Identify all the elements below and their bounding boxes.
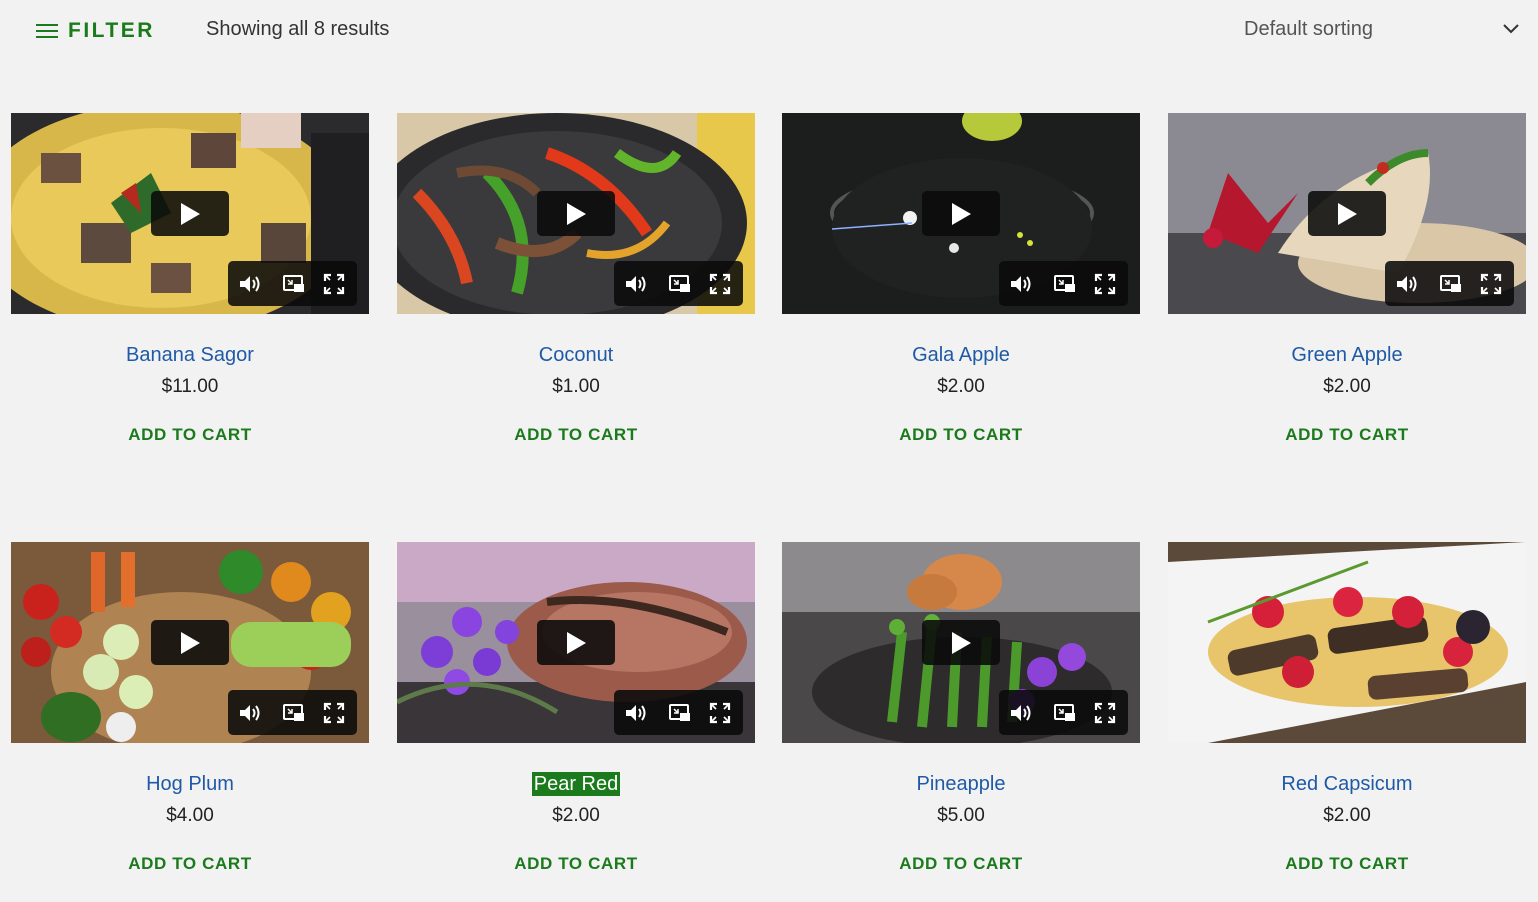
play-button[interactable] <box>1308 191 1386 236</box>
add-to-cart-button[interactable]: ADD TO CART <box>782 425 1140 445</box>
video-controls <box>1385 261 1514 306</box>
picture-in-picture-icon[interactable] <box>668 701 692 725</box>
fullscreen-icon[interactable] <box>322 272 346 296</box>
picture-in-picture-icon[interactable] <box>668 272 692 296</box>
product-video[interactable] <box>782 113 1140 314</box>
product-video[interactable] <box>11 113 369 314</box>
product-image[interactable] <box>1168 542 1526 743</box>
product-name-link[interactable]: Red Capsicum <box>1168 773 1526 796</box>
add-to-cart-button[interactable]: ADD TO CART <box>397 854 755 874</box>
product-price: $2.00 <box>1323 805 1371 826</box>
product-name-link[interactable]: Gala Apple <box>782 344 1140 367</box>
picture-in-picture-icon[interactable] <box>282 272 306 296</box>
fullscreen-icon[interactable] <box>1093 701 1117 725</box>
product-video[interactable] <box>1168 113 1526 314</box>
add-to-cart-button[interactable]: ADD TO CART <box>11 854 369 874</box>
picture-in-picture-icon[interactable] <box>1439 272 1463 296</box>
play-icon <box>181 203 200 225</box>
volume-icon[interactable] <box>1009 272 1033 296</box>
play-button[interactable] <box>537 620 615 665</box>
play-button[interactable] <box>922 620 1000 665</box>
picture-in-picture-icon[interactable] <box>282 701 306 725</box>
product-video[interactable] <box>782 542 1140 743</box>
product-video[interactable] <box>397 542 755 743</box>
product-price: $5.00 <box>937 805 985 826</box>
product-name-link[interactable]: Green Apple <box>1168 344 1526 367</box>
video-controls <box>999 690 1128 735</box>
play-icon <box>567 632 586 654</box>
filter-button[interactable]: FILTER <box>36 17 155 45</box>
video-controls <box>228 690 357 735</box>
shop-toolbar: FILTER Showing all 8 results Default sor… <box>0 0 1538 62</box>
play-icon <box>952 203 971 225</box>
add-to-cart-button[interactable]: ADD TO CART <box>397 425 755 445</box>
result-count: Showing all 8 results <box>206 18 390 40</box>
video-controls <box>614 690 743 735</box>
picture-in-picture-icon[interactable] <box>1053 272 1077 296</box>
product-card: Coconut $1.00 ADD TO CART <box>397 113 755 473</box>
volume-icon[interactable] <box>624 701 648 725</box>
add-to-cart-button[interactable]: ADD TO CART <box>1168 425 1526 445</box>
product-card: Gala Apple $2.00 ADD TO CART <box>782 113 1140 473</box>
volume-icon[interactable] <box>238 272 262 296</box>
product-thumbnail <box>1168 542 1526 743</box>
add-to-cart-button[interactable]: ADD TO CART <box>782 854 1140 874</box>
product-card: Pineapple $5.00 ADD TO CART <box>782 542 1140 902</box>
play-icon <box>952 632 971 654</box>
fullscreen-icon[interactable] <box>1479 272 1503 296</box>
add-to-cart-button[interactable]: ADD TO CART <box>11 425 369 445</box>
product-video[interactable] <box>397 113 755 314</box>
product-price: $1.00 <box>552 376 600 397</box>
product-name-link[interactable]: Pear Red <box>397 772 755 796</box>
fullscreen-icon[interactable] <box>1093 272 1117 296</box>
volume-icon[interactable] <box>624 272 648 296</box>
video-controls <box>999 261 1128 306</box>
fullscreen-icon[interactable] <box>708 701 732 725</box>
product-video[interactable] <box>11 542 369 743</box>
product-card: Red Capsicum $2.00 ADD TO CART <box>1168 542 1526 902</box>
video-controls <box>614 261 743 306</box>
video-controls <box>228 261 357 306</box>
volume-icon[interactable] <box>238 701 262 725</box>
fullscreen-icon[interactable] <box>708 272 732 296</box>
sort-select[interactable]: Default sorting <box>1244 18 1524 41</box>
sort-select-value: Default sorting <box>1244 18 1373 40</box>
chevron-down-icon <box>1503 24 1519 34</box>
play-button[interactable] <box>151 620 229 665</box>
hamburger-icon <box>36 23 58 39</box>
product-card: Pear Red $2.00 ADD TO CART <box>397 542 755 902</box>
play-icon <box>1338 203 1357 225</box>
product-card: Green Apple $2.00 ADD TO CART <box>1168 113 1526 473</box>
product-name-link[interactable]: Coconut <box>397 344 755 367</box>
product-price: $2.00 <box>552 805 600 826</box>
product-name-link[interactable]: Hog Plum <box>11 773 369 796</box>
play-button[interactable] <box>537 191 615 236</box>
product-price: $4.00 <box>166 805 214 826</box>
play-icon <box>567 203 586 225</box>
add-to-cart-button[interactable]: ADD TO CART <box>1168 854 1526 874</box>
picture-in-picture-icon[interactable] <box>1053 701 1077 725</box>
selected-text-highlight: Pear Red <box>531 772 621 796</box>
volume-icon[interactable] <box>1395 272 1419 296</box>
play-icon <box>181 632 200 654</box>
product-name-link[interactable]: Banana Sagor <box>11 344 369 367</box>
product-name-link[interactable]: Pineapple <box>782 773 1140 796</box>
play-button[interactable] <box>151 191 229 236</box>
product-card: Banana Sagor $11.00 ADD TO CART <box>11 113 369 473</box>
volume-icon[interactable] <box>1009 701 1033 725</box>
fullscreen-icon[interactable] <box>322 701 346 725</box>
filter-label: FILTER <box>68 19 155 42</box>
play-button[interactable] <box>922 191 1000 236</box>
product-price: $11.00 <box>161 376 219 397</box>
product-card: Hog Plum $4.00 ADD TO CART <box>11 542 369 902</box>
product-price: $2.00 <box>937 376 985 397</box>
product-price: $2.00 <box>1323 376 1371 397</box>
